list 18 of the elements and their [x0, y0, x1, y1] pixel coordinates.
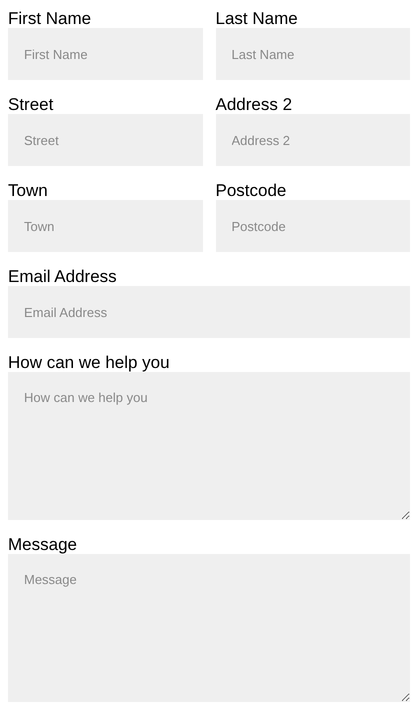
text-field[interactable]: Town [8, 200, 202, 252]
field-label: Street [8, 95, 54, 114]
field-label: Town [8, 181, 49, 200]
field-label: Address 2 [216, 95, 294, 114]
field-label: Email Address [8, 267, 118, 286]
text-field[interactable]: Last Name [216, 28, 410, 80]
field-label: First Name [8, 9, 92, 28]
field-label: Message [8, 535, 78, 554]
text-field[interactable]: Address 2 [216, 114, 410, 166]
text-area-field[interactable]: How can we help you [8, 372, 410, 520]
field-label: Last Name [216, 9, 299, 28]
text-field[interactable]: Email Address [8, 286, 410, 338]
text-area-field[interactable]: Message [8, 554, 410, 702]
text-field[interactable]: First Name [8, 28, 202, 80]
text-field[interactable]: Postcode [216, 200, 410, 252]
field-label: Postcode [216, 181, 288, 200]
field-label: How can we help you [8, 353, 171, 372]
text-field[interactable]: Street [8, 114, 202, 166]
